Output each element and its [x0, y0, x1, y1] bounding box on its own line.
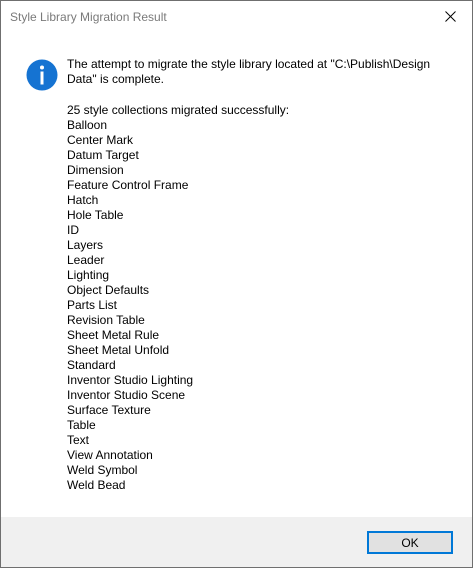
dialog-content: The attempt to migrate the style library… — [1, 32, 472, 517]
list-item: Layers — [67, 238, 104, 252]
list-item: ID — [67, 223, 79, 237]
list-item: Standard — [67, 358, 116, 372]
summary-text: 25 style collections migrated successful… — [67, 103, 290, 117]
list-item: Parts List — [67, 298, 118, 312]
list-item: Weld Symbol — [67, 463, 138, 477]
list-item: Sheet Metal Unfold — [67, 343, 170, 357]
list-item: Center Mark — [67, 133, 134, 147]
list-item: Hatch — [67, 193, 99, 207]
window-title: Style Library Migration Result — [10, 10, 167, 24]
list-item: Inventor Studio Scene — [67, 388, 186, 402]
list-item: Dimension — [67, 163, 124, 177]
dialog-window: Style Library Migration Result The attem… — [0, 0, 473, 568]
message-line: Data" is complete. — [67, 72, 164, 86]
list-item: Weld Bead — [67, 478, 126, 492]
list-item: Balloon — [67, 118, 108, 132]
title-bar[interactable]: Style Library Migration Result — [1, 1, 472, 32]
message-text: The attempt to migrate the style library… — [67, 57, 457, 87]
list-item: Sheet Metal Rule — [67, 328, 160, 342]
list-item: Feature Control Frame — [67, 178, 189, 192]
message-line: The attempt to migrate the style library… — [67, 57, 431, 71]
list-item: Surface Texture — [67, 403, 151, 417]
list-item: View Annotation — [67, 448, 153, 462]
list-item: Hole Table — [67, 208, 124, 222]
list-item: Revision Table — [67, 313, 145, 327]
list-item: Table — [67, 418, 96, 432]
list-item: Datum Target — [67, 148, 139, 162]
list-item: Leader — [67, 253, 105, 267]
info-icon — [26, 59, 58, 91]
list-item: Text — [67, 433, 90, 447]
list-item: Inventor Studio Lighting — [67, 373, 194, 387]
close-button[interactable] — [428, 1, 472, 31]
close-icon — [444, 10, 456, 22]
list-item: Lighting — [67, 268, 110, 282]
list-item: Object Defaults — [67, 283, 150, 297]
ok-button[interactable]: OK — [367, 531, 453, 554]
button-bar: OK — [1, 517, 472, 567]
collection-list: Balloon Center Mark Datum Target Dimensi… — [67, 118, 193, 493]
